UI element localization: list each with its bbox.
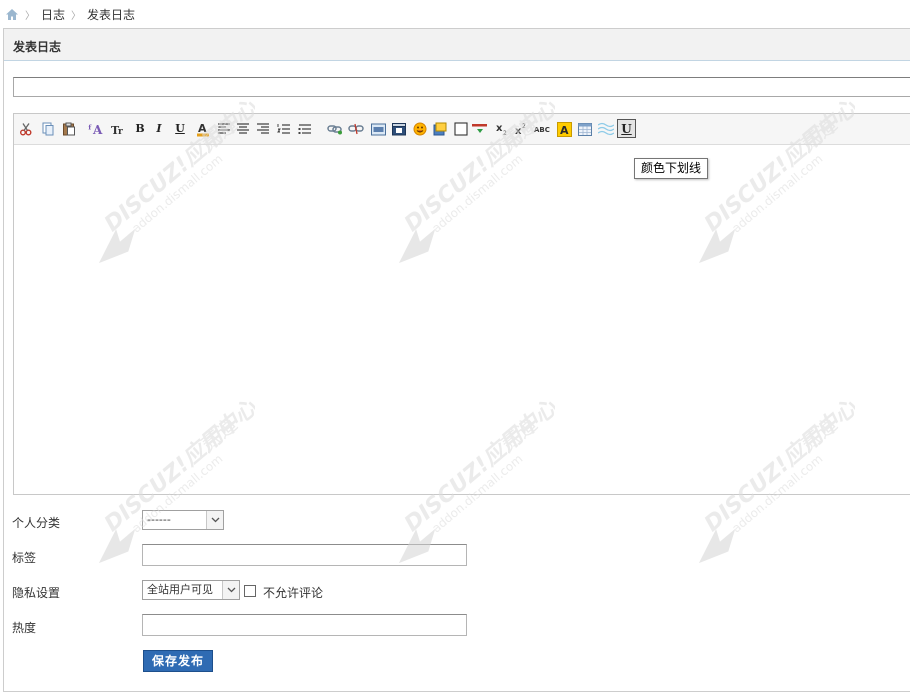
chevron-down-icon <box>206 511 223 529</box>
page-title: 发表日志 <box>13 40 62 54</box>
save-publish-button[interactable]: 保存发布 <box>143 650 213 672</box>
svg-text:x: x <box>515 126 522 136</box>
copy-icon[interactable] <box>40 121 56 137</box>
svg-text:2: 2 <box>503 130 507 136</box>
calendar-icon[interactable] <box>577 121 593 137</box>
align-center-icon[interactable] <box>235 121 251 137</box>
align-right-icon[interactable] <box>255 121 271 137</box>
breadcrumb: 〉 日志 〉 发表日志 <box>5 6 135 22</box>
color-underline-icon[interactable]: U <box>617 119 636 138</box>
font-family-icon[interactable]: ᶠA <box>88 121 104 137</box>
spellcheck-icon[interactable]: ABC <box>534 121 554 137</box>
panel-header: 发表日志 <box>4 29 910 61</box>
svg-text:ABC: ABC <box>534 126 550 134</box>
emoticon-icon[interactable] <box>412 121 428 137</box>
heat-input[interactable] <box>142 614 467 636</box>
unlink-icon[interactable] <box>348 121 364 137</box>
category-select-value: ------ <box>147 513 171 526</box>
cut-icon[interactable] <box>18 121 34 137</box>
align-left-icon[interactable] <box>216 121 232 137</box>
table-icon[interactable] <box>453 121 469 137</box>
rich-text-editor: ᶠA Tr B I U A x 2 x 2 ABC A U <box>13 113 910 495</box>
svg-text:A: A <box>560 124 569 137</box>
no-comment-label: 不允许评论 <box>263 586 324 600</box>
breadcrumb-item-blog[interactable]: 日志 <box>41 6 65 23</box>
link-icon[interactable] <box>327 121 343 137</box>
subscript-icon[interactable]: x2 <box>494 121 510 137</box>
svg-text:r: r <box>118 127 123 136</box>
privacy-select-value: 全站用户可见 <box>147 583 213 596</box>
category-label: 个人分类 <box>12 516 61 530</box>
horizontal-rule-icon[interactable] <box>472 121 488 137</box>
toolbar-tooltip: 颜色下划线 <box>634 158 709 179</box>
font-color-icon[interactable]: A <box>195 121 211 137</box>
svg-text:2: 2 <box>522 123 526 130</box>
underline-icon[interactable]: U <box>172 121 188 137</box>
flash-icon[interactable] <box>391 121 407 137</box>
font-size-icon[interactable]: Tr <box>111 121 127 137</box>
breadcrumb-item-post-blog[interactable]: 发表日志 <box>87 6 135 23</box>
unordered-list-icon[interactable] <box>297 121 313 137</box>
no-comment-checkbox[interactable] <box>244 585 256 597</box>
editor-content-area[interactable] <box>14 145 910 494</box>
tags-label: 标签 <box>12 551 37 565</box>
subject-input[interactable] <box>13 77 910 97</box>
italic-icon[interactable]: I <box>151 121 167 137</box>
image-icon[interactable] <box>370 121 386 137</box>
chevron-down-icon <box>222 581 239 599</box>
attachment-icon[interactable] <box>432 121 448 137</box>
paste-icon[interactable] <box>61 121 77 137</box>
svg-text:x: x <box>496 123 503 134</box>
svg-text:A: A <box>92 123 103 136</box>
highlight-icon[interactable]: A <box>556 121 572 137</box>
category-select[interactable]: ------ <box>142 510 224 530</box>
heat-label: 热度 <box>12 621 37 635</box>
superscript-icon[interactable]: x2 <box>513 121 529 137</box>
wave-line-icon[interactable] <box>598 121 614 137</box>
ordered-list-icon[interactable] <box>276 121 292 137</box>
svg-text:ᶠ: ᶠ <box>88 123 92 136</box>
privacy-label: 隐私设置 <box>12 586 61 600</box>
tags-input[interactable] <box>142 544 467 566</box>
breadcrumb-separator: 〉 <box>71 10 82 22</box>
breadcrumb-separator: 〉 <box>25 10 35 22</box>
privacy-select[interactable]: 全站用户可见 <box>142 580 240 600</box>
home-icon[interactable] <box>5 8 19 21</box>
svg-text:A: A <box>198 122 207 135</box>
editor-toolbar: ᶠA Tr B I U A x 2 x 2 ABC A U <box>14 114 910 145</box>
bold-icon[interactable]: B <box>132 121 148 137</box>
